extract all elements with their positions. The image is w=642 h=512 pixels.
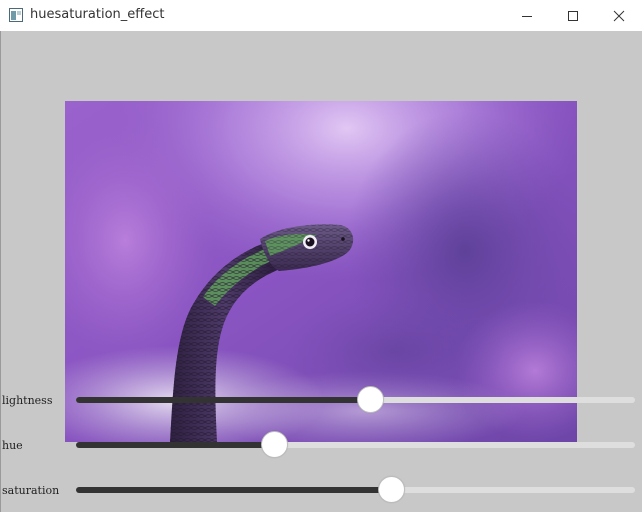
close-icon <box>613 10 625 21</box>
maximize-icon <box>568 10 578 21</box>
lightness-label: lightness <box>2 394 53 407</box>
window-left-edge <box>0 31 1 512</box>
app-window-icon <box>9 8 23 22</box>
app-window: huesaturation_effect lightness hue satur… <box>0 0 642 512</box>
title-bar[interactable]: huesaturation_effect <box>0 0 642 31</box>
hue-slider-fill <box>76 442 275 448</box>
client-area: lightness hue saturation <box>0 31 642 512</box>
window-title: huesaturation_effect <box>30 7 165 22</box>
hue-slider-handle[interactable] <box>261 431 288 458</box>
minimize-icon <box>522 15 532 17</box>
saturation-slider-fill <box>76 487 393 493</box>
saturation-label: saturation <box>2 484 60 497</box>
saturation-slider[interactable] <box>76 475 635 505</box>
lightness-slider[interactable] <box>76 385 635 415</box>
lightness-slider-fill <box>76 397 372 403</box>
hue-slider[interactable] <box>76 430 635 460</box>
maximize-button[interactable] <box>550 0 596 31</box>
saturation-slider-handle[interactable] <box>378 476 406 503</box>
hue-label: hue <box>2 439 23 452</box>
close-button[interactable] <box>596 0 642 31</box>
lightness-slider-handle[interactable] <box>357 386 385 413</box>
minimize-button[interactable] <box>504 0 550 31</box>
